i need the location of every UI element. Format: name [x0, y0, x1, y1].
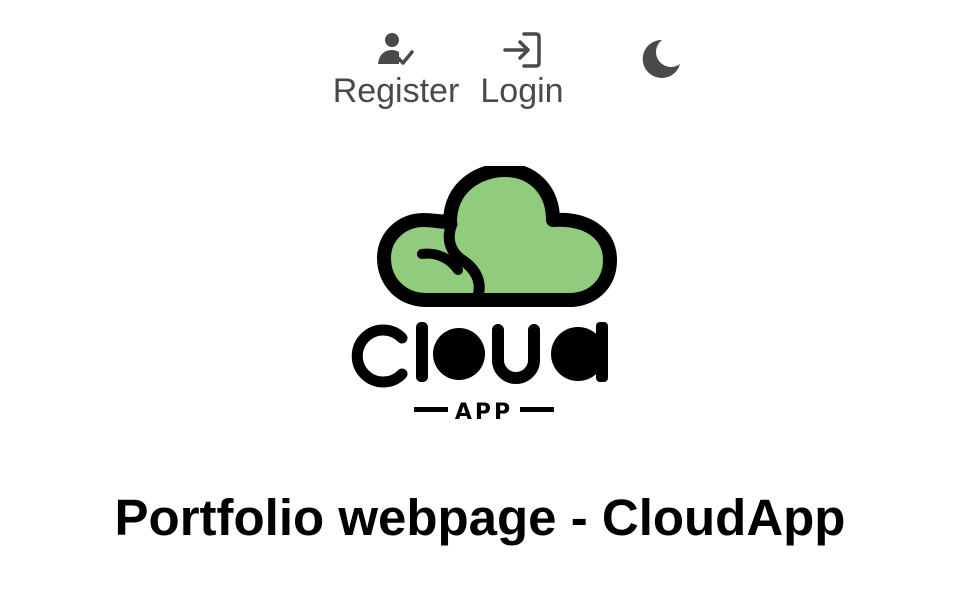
logo-tagline-text: APP: [455, 400, 513, 425]
page-title: Portfolio webpage - CloudApp: [114, 489, 846, 546]
login-link[interactable]: Login: [476, 30, 568, 110]
logo-tagline: APP: [414, 400, 554, 425]
logo-wordmark: [351, 322, 608, 388]
login-label: Login: [480, 72, 564, 110]
moon-icon[interactable]: [638, 36, 684, 82]
login-icon: [503, 32, 541, 68]
user-check-icon: [378, 33, 414, 65]
cloud-icon: [377, 166, 617, 307]
register-label: Register: [332, 72, 460, 110]
cloudapp-logo: APP: [351, 166, 617, 425]
register-link[interactable]: Register: [328, 30, 464, 110]
